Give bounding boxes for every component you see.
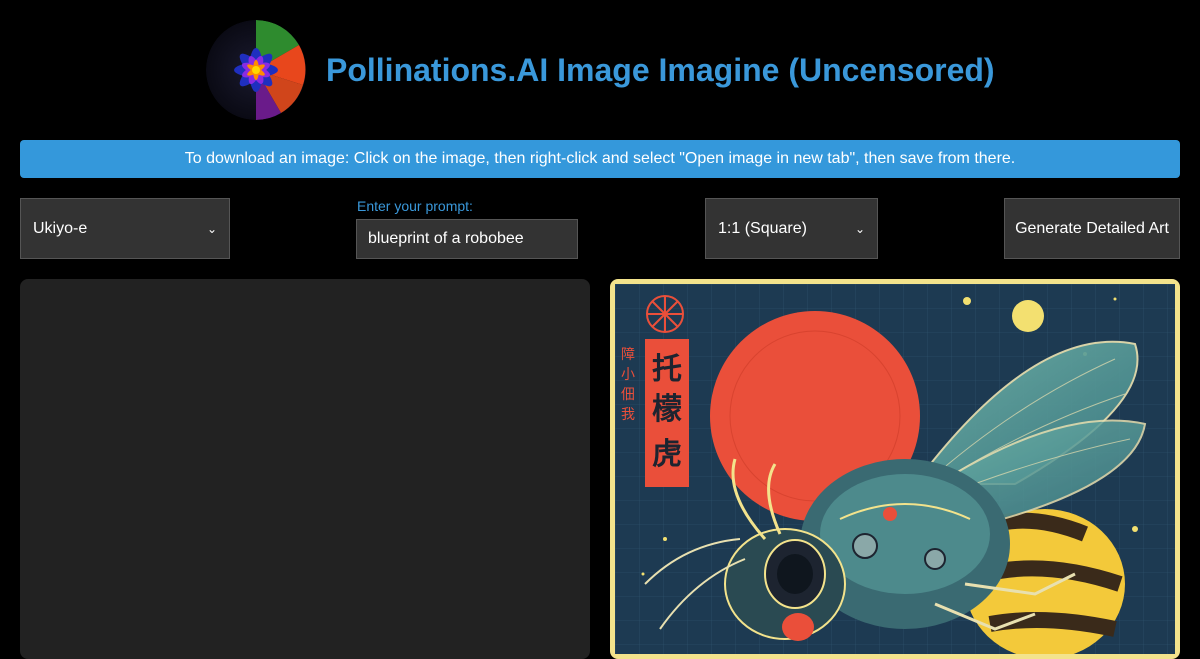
kanji-small-1: 障	[621, 347, 635, 363]
style-select-value: Ukiyo-e	[33, 219, 88, 237]
aspect-ratio-value: 1:1 (Square)	[718, 219, 807, 237]
header: Pollinations.AI Image Imagine (Uncensore…	[0, 0, 1200, 140]
kanji-small-3: 佃	[621, 387, 635, 403]
kanji-1: 托	[652, 352, 682, 387]
robot-bee-artwork-icon: 托 檬 虎 障 小 佃 我	[615, 284, 1175, 654]
kanji-small-4: 我	[621, 407, 635, 423]
prompt-label: Enter your prompt:	[357, 198, 473, 214]
prompt-input[interactable]	[356, 219, 578, 259]
kanji-2: 檬	[652, 392, 682, 427]
generated-image[interactable]: 托 檬 虎 障 小 佃 我	[610, 279, 1180, 659]
generate-art-button[interactable]: Generate Detailed Art	[1004, 198, 1180, 259]
kanji-3: 虎	[652, 437, 682, 472]
kanji-small-2: 小	[621, 367, 635, 383]
left-panel	[20, 279, 590, 659]
aspect-ratio-select[interactable]: 1:1 (Square) ⌄	[705, 198, 878, 259]
download-info-banner: To download an image: Click on the image…	[20, 140, 1180, 178]
chevron-down-icon: ⌄	[206, 221, 217, 236]
style-select[interactable]: Ukiyo-e ⌄	[20, 198, 230, 259]
page-title: Pollinations.AI Image Imagine (Uncensore…	[326, 52, 995, 88]
chevron-down-icon: ⌄	[854, 221, 865, 236]
lotus-logo-icon	[206, 20, 306, 120]
